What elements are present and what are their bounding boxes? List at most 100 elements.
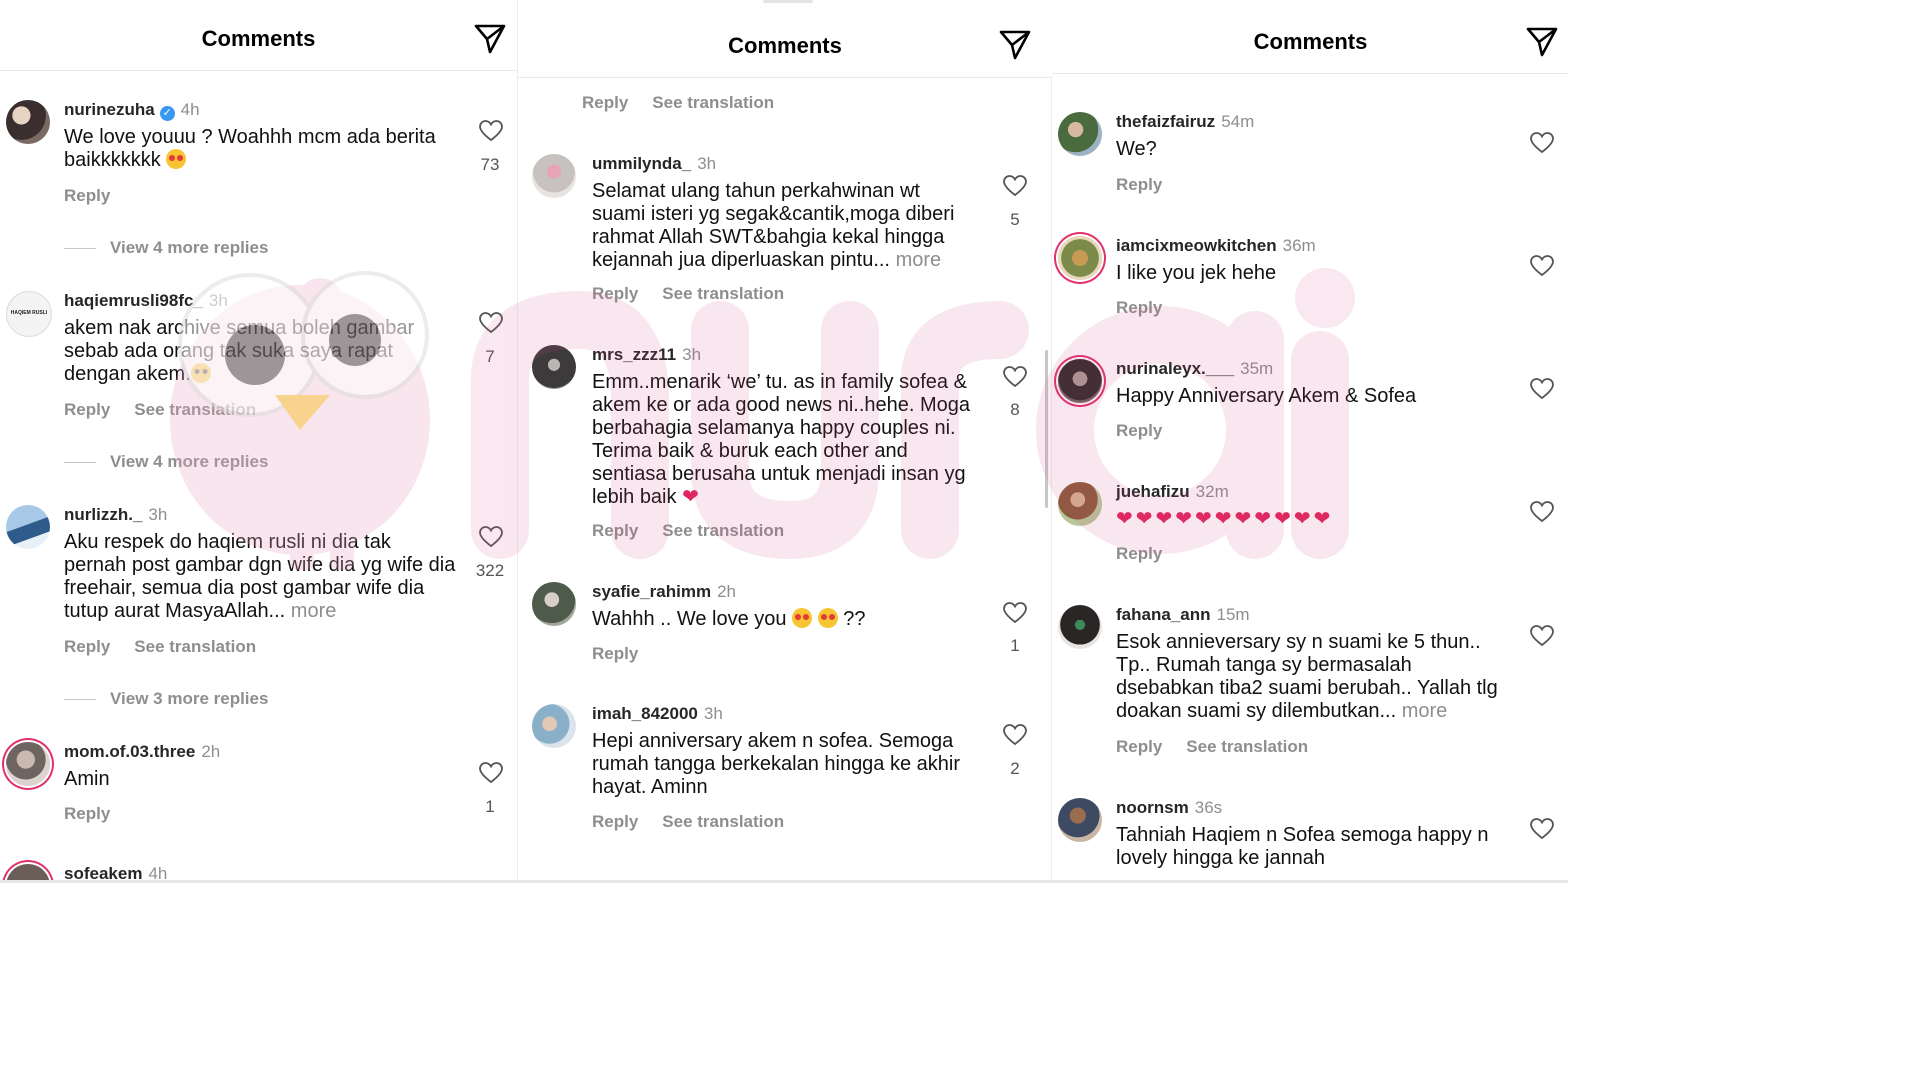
comment-meta: juehafizu 32m [1116, 482, 1229, 502]
comment-text: We love youuu ? Woahhh mcm ada berita ba… [64, 126, 436, 171]
reply-button[interactable]: Reply [64, 400, 110, 419]
heart-icon[interactable] [1530, 255, 1554, 277]
username[interactable]: syafie_rahimm [592, 582, 711, 601]
timestamp: 3h [682, 345, 702, 364]
avatar[interactable] [532, 704, 576, 748]
more-link[interactable]: more [896, 249, 942, 271]
reply-button[interactable]: Reply [64, 637, 110, 656]
avatar[interactable] [1058, 112, 1102, 156]
see-translation-button[interactable]: See translation [1186, 737, 1308, 756]
comment-meta: syafie_rahimm 2h [592, 582, 736, 602]
avatar[interactable] [532, 345, 576, 389]
heart-icon[interactable] [1530, 625, 1554, 647]
username[interactable]: nurinezuha [64, 100, 155, 119]
comment-actions: Reply See translation [64, 637, 256, 657]
reply-button[interactable]: Reply [592, 644, 638, 663]
comment-text: I like you jek hehe [1116, 262, 1277, 284]
reply-button[interactable]: Reply [64, 804, 110, 823]
avatar[interactable] [1058, 605, 1102, 649]
username[interactable]: juehafizu [1116, 482, 1190, 501]
divider [64, 462, 96, 464]
reply-button[interactable]: Reply [1116, 175, 1162, 194]
reply-button[interactable]: Reply [64, 186, 110, 205]
like-count: 322 [475, 561, 505, 580]
avatar-logo-text: HAQIEM RUSLI [10, 310, 48, 316]
timestamp: 36m [1282, 236, 1316, 255]
heart-icon[interactable] [1003, 602, 1027, 624]
reply-button[interactable]: Reply [1116, 737, 1162, 756]
reply-button[interactable]: Reply [592, 284, 638, 303]
reply-button[interactable]: Reply [1116, 298, 1162, 317]
page-title: Comments [201, 26, 316, 51]
heart-icon[interactable] [1530, 818, 1554, 840]
username[interactable]: ummilynda_ [592, 154, 691, 173]
see-translation-button[interactable]: See translation [134, 400, 256, 419]
scrollbar[interactable] [1045, 350, 1048, 508]
username[interactable]: nurlizzh._ [64, 505, 142, 524]
comment-actions: Reply See translation [1116, 737, 1308, 757]
username[interactable]: iamcixmeowkitchen [1116, 236, 1277, 255]
timestamp: 3h [148, 505, 168, 524]
see-translation-button[interactable]: See translation [134, 637, 256, 656]
avatar[interactable] [6, 505, 50, 549]
avatar[interactable] [532, 154, 576, 198]
username[interactable]: noornsm [1116, 798, 1189, 817]
view-replies-button[interactable]: View 4 more replies [64, 452, 268, 472]
username[interactable]: mom.of.03.three [64, 742, 195, 761]
send-icon[interactable] [998, 28, 1032, 62]
avatar[interactable] [1058, 798, 1102, 842]
see-translation-button[interactable]: See translation [652, 93, 774, 112]
see-translation-button[interactable]: See translation [662, 521, 784, 540]
divider [64, 699, 96, 701]
more-link[interactable]: more [1402, 700, 1448, 722]
divider [64, 248, 96, 250]
username[interactable]: imah_842000 [592, 704, 698, 723]
heart-icon[interactable] [1003, 175, 1027, 197]
heart-icon[interactable] [1530, 132, 1554, 154]
avatar[interactable]: HAQIEM RUSLI [6, 291, 52, 337]
avatar[interactable] [6, 100, 50, 144]
reply-button[interactable]: Reply [1116, 421, 1162, 440]
reply-button[interactable]: Reply [582, 93, 628, 112]
comment-actions: Reply See translation [592, 812, 784, 832]
view-replies-button[interactable]: View 3 more replies [64, 689, 268, 709]
heart-icon[interactable] [1003, 366, 1027, 388]
more-link[interactable]: more [291, 600, 337, 622]
see-translation-button[interactable]: See translation [662, 812, 784, 831]
reply-button[interactable]: Reply [1116, 544, 1162, 563]
comment-actions: Reply See translation [592, 284, 784, 304]
username[interactable]: haqiemrusli98fc_ [64, 291, 203, 310]
send-icon[interactable] [1525, 25, 1559, 59]
view-replies-button[interactable]: View 4 more replies [64, 238, 268, 258]
comment-text: Emm..menarik ‘we’ tu. as in family sofea… [592, 371, 971, 508]
username[interactable]: fahana_ann [1116, 605, 1210, 624]
heart-icon[interactable] [479, 312, 503, 334]
heart-icon[interactable] [479, 120, 503, 142]
avatar[interactable] [1058, 482, 1102, 526]
comment-actions: Reply See translation [592, 521, 784, 541]
like-count: 73 [480, 155, 500, 174]
send-icon[interactable] [473, 22, 507, 56]
heart-icon[interactable] [1003, 724, 1027, 746]
avatar[interactable] [1058, 236, 1102, 280]
heart-icon[interactable] [479, 762, 503, 784]
drag-handle[interactable] [763, 0, 813, 3]
heart-icon[interactable] [479, 526, 503, 548]
comment-meta: iamcixmeowkitchen 36m [1116, 236, 1316, 256]
username[interactable]: mrs_zzz11 [592, 345, 676, 364]
heart-icon[interactable] [1530, 378, 1554, 400]
username[interactable]: thefaizfairuz [1116, 112, 1215, 131]
avatar[interactable] [532, 582, 576, 626]
reply-button[interactable]: Reply [592, 521, 638, 540]
username[interactable]: nurinaleyx.___ [1116, 359, 1234, 378]
timestamp: 3h [208, 291, 228, 310]
timestamp: 3h [697, 154, 717, 173]
reply-button[interactable]: Reply [592, 812, 638, 831]
comment-actions: Reply [592, 644, 638, 664]
heart-icon[interactable] [1530, 501, 1554, 523]
avatar[interactable] [6, 742, 50, 786]
heart-eyes-emoji [166, 149, 187, 169]
timestamp: 35m [1240, 359, 1274, 378]
avatar[interactable] [1058, 359, 1102, 403]
see-translation-button[interactable]: See translation [662, 284, 784, 303]
